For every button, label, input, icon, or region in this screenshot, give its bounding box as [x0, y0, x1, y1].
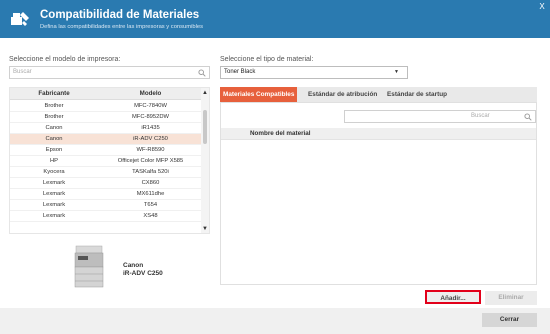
- cell-manufacturer: Canon: [45, 136, 63, 142]
- chevron-down-icon[interactable]: ▼: [201, 225, 209, 233]
- printer-image: [74, 245, 104, 288]
- scrollbar-thumb[interactable]: [203, 110, 207, 144]
- cell-model: CX860: [141, 180, 160, 186]
- printer-table: Fabricante Modelo Brother MFC-7840W Brothe…: [9, 87, 210, 234]
- printer-search-input[interactable]: Buscar: [9, 66, 210, 79]
- dialog-footer: [0, 308, 550, 334]
- cell-manufacturer: Epson: [45, 147, 63, 153]
- table-row[interactable]: Canon iR1435: [10, 123, 203, 134]
- column-header-model[interactable]: Modelo: [98, 90, 203, 97]
- table-row[interactable]: Epson WF-R8590: [10, 145, 203, 156]
- cell-manufacturer: Lexmark: [42, 191, 66, 197]
- table-row[interactable]: Kyocera TASKalfa 520i: [10, 167, 203, 178]
- cell-model: iR-ADV C250: [133, 136, 168, 142]
- cell-manufacturer: Canon: [45, 125, 63, 131]
- material-search-input[interactable]: Buscar: [344, 110, 536, 123]
- cell-model: iR1435: [141, 125, 160, 131]
- column-header-manufacturer[interactable]: Fabricante: [10, 90, 98, 97]
- cell-model: TASKalfa 520i: [132, 169, 169, 175]
- column-header-material-name[interactable]: Nombre del material: [250, 130, 311, 137]
- chevron-up-icon[interactable]: ▲: [201, 89, 209, 97]
- cell-manufacturer: Kyocera: [43, 169, 65, 175]
- printer-table-header: Fabricante Modelo: [10, 88, 203, 100]
- printer-table-body: Brother MFC-7840W Brother MFC-8952DW Canon iR…: [10, 101, 203, 222]
- dialog-subtitle: Defina las compatibilidades entre las im…: [40, 24, 204, 30]
- cell-model: MFC-7840W: [134, 103, 167, 109]
- cell-model: Officejet Color MFP X585: [117, 158, 184, 164]
- selected-printer-model: iR-ADV C250: [123, 270, 163, 277]
- cell-manufacturer: Brother: [44, 103, 64, 109]
- search-icon: [198, 69, 206, 77]
- dialog-title: Compatibilidad de Materiales: [40, 9, 200, 21]
- cell-model: T654: [143, 202, 158, 208]
- cell-manufacturer: Brother: [44, 114, 64, 120]
- delete-button[interactable]: Eliminar: [485, 291, 537, 305]
- selected-printer-brand: Canon: [123, 262, 144, 269]
- printer-consumables-icon: [11, 12, 29, 26]
- tab-estandar-startup[interactable]: Estándar de startup: [384, 87, 450, 102]
- table-row[interactable]: Lexmark MX611dhe: [10, 189, 203, 200]
- cell-manufacturer: Lexmark: [42, 213, 66, 219]
- cell-model: MX611dhe: [136, 191, 165, 197]
- printer-search-placeholder: Buscar: [13, 69, 32, 75]
- cell-manufacturer: Lexmark: [42, 180, 66, 186]
- search-icon: [524, 113, 532, 121]
- chevron-down-icon: ▼: [394, 69, 399, 75]
- table-row[interactable]: Lexmark CX860: [10, 178, 203, 189]
- material-search-placeholder: Buscar: [471, 113, 490, 119]
- cell-manufacturer: HP: [49, 158, 59, 164]
- materials-table-header: Nombre del material: [221, 128, 536, 140]
- cell-model: WF-R8590: [136, 147, 165, 153]
- table-row[interactable]: Canon iR-ADV C250: [10, 134, 203, 145]
- table-row[interactable]: Brother MFC-7840W: [10, 101, 203, 112]
- add-button[interactable]: Añadir...: [425, 290, 481, 304]
- table-row[interactable]: HP Officejet Color MFP X585: [10, 156, 203, 167]
- cell-model: XS48: [143, 213, 158, 219]
- dialog-header: Compatibilidad de Materiales Defina las …: [0, 0, 550, 38]
- table-row[interactable]: Lexmark T654: [10, 200, 203, 211]
- materials-panel: Buscar Nombre del material: [220, 102, 537, 285]
- table-row[interactable]: Lexmark XS48: [10, 211, 203, 222]
- material-tabs: Materiales Compatibles Estándar de atrib…: [220, 87, 537, 102]
- tab-estandar-atribucion[interactable]: Estándar de atribución: [305, 87, 380, 102]
- tab-materiales-compatibles[interactable]: Materiales Compatibles: [220, 87, 298, 102]
- cell-manufacturer: Lexmark: [42, 202, 66, 208]
- table-scrollbar[interactable]: ▲ ▼: [201, 88, 209, 233]
- table-row[interactable]: Brother MFC-8952DW: [10, 112, 203, 123]
- material-type-select[interactable]: Toner Black ▼: [220, 66, 408, 79]
- material-type-value: Toner Black: [224, 69, 256, 75]
- cancel-close-button[interactable]: Cerrar: [482, 313, 537, 327]
- material-type-label: Seleccione el tipo de material:: [220, 56, 314, 63]
- printer-model-label: Seleccione el modelo de impresora:: [9, 56, 121, 63]
- close-button[interactable]: X: [538, 3, 546, 11]
- cell-model: MFC-8952DW: [131, 114, 170, 120]
